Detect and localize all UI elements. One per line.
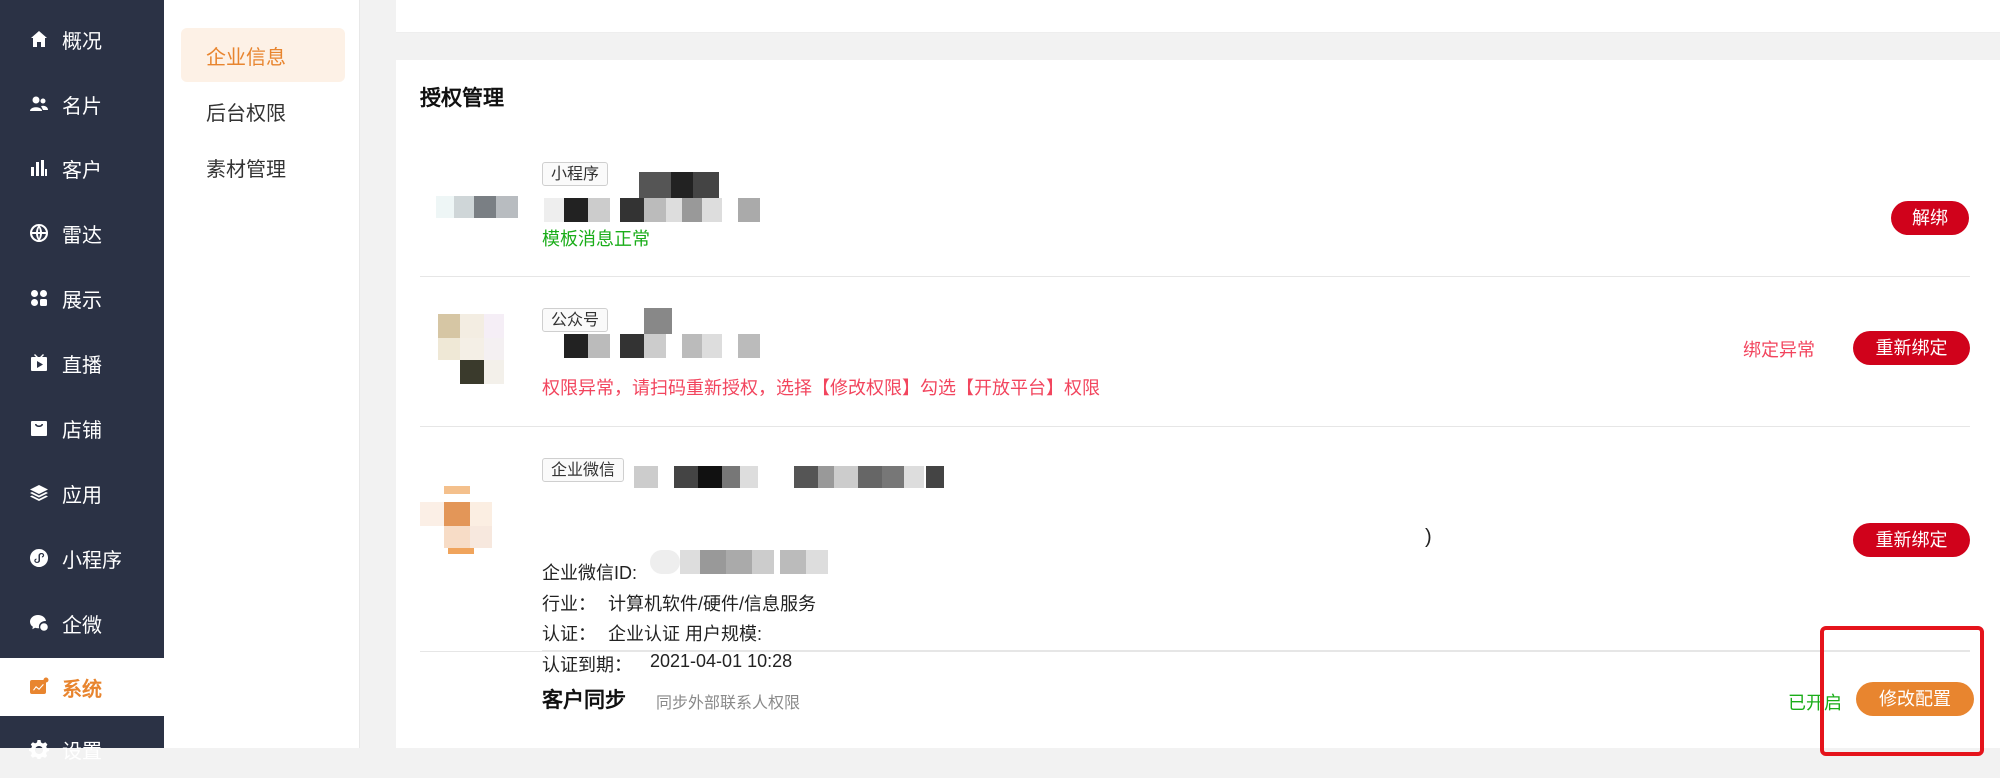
nav-item-miniprogram[interactable]: 小程序	[0, 529, 164, 587]
nav-label: 雷达	[62, 224, 102, 247]
main-sidebar: 概况 名片 客户 雷达 展示 直播 店铺 应用 小程序 企微 系统 设置	[0, 0, 164, 763]
subnav-item-material-management[interactable]: 素材管理	[181, 140, 345, 194]
avatar	[436, 178, 518, 250]
official-account-row: 公众号 权限异常，请扫码重新授权，选择【修改权限】勾选【开放平台】权限 绑定异常…	[420, 276, 1970, 427]
avatar	[436, 314, 508, 386]
shop-icon	[28, 417, 50, 439]
nav-label: 系统	[62, 678, 102, 701]
subnav-label: 素材管理	[206, 158, 286, 181]
miniprogram-row: 小程序 模板消息正常 解绑	[420, 146, 1970, 277]
section-title: 授权管理	[420, 87, 504, 110]
nav-item-display[interactable]: 展示	[0, 269, 164, 327]
type-tag: 公众号	[542, 308, 609, 332]
nav-label: 小程序	[62, 549, 122, 572]
home-icon	[28, 28, 50, 50]
wecom-name-suffix: )	[1425, 526, 1432, 548]
nav-item-apps[interactable]: 应用	[0, 464, 164, 522]
subnav-item-company-info[interactable]: 企业信息	[181, 28, 345, 82]
tv-icon	[28, 352, 50, 374]
type-tag: 小程序	[542, 162, 609, 186]
nav-item-cards[interactable]: 名片	[0, 75, 164, 133]
nav-item-customers[interactable]: 客户	[0, 139, 164, 197]
type-tag: 企业微信	[542, 458, 625, 482]
customer-sync-title: 客户同步	[542, 689, 626, 712]
customer-sync-desc: 同步外部联系人权限	[656, 695, 801, 712]
miniprogram-icon	[28, 547, 50, 569]
wecom-row: 企业微信 ) 企业微信ID: 行业： 计算机软件/硬件/信息服务 认证： 企业认…	[420, 426, 1970, 675]
rebind-button[interactable]: 重新绑定	[1853, 331, 1970, 365]
globe-icon	[28, 222, 50, 244]
previous-card-bottom	[396, 0, 2000, 33]
template-status-text: 模板消息正常	[542, 229, 650, 249]
highlight-annotation	[1820, 626, 1984, 756]
nav-item-shop[interactable]: 店铺	[0, 399, 164, 457]
auth-management-card: 授权管理 小程序 模板消息正常 解绑 公众号 权限异常，请扫码重新授权，选择【修…	[396, 60, 2000, 748]
nav-label: 应用	[62, 484, 102, 507]
wecom-icon	[28, 612, 50, 634]
nav-item-overview[interactable]: 概况	[0, 10, 164, 68]
nav-item-settings[interactable]: 设置	[0, 720, 164, 778]
unbind-button[interactable]: 解绑	[1891, 201, 1969, 235]
nav-item-live[interactable]: 直播	[0, 334, 164, 392]
grid-icon	[28, 287, 50, 309]
subnav-item-admin-permissions[interactable]: 后台权限	[181, 84, 345, 138]
expire-label: 认证到期：	[542, 655, 632, 675]
subnav-label: 后台权限	[206, 102, 286, 125]
contacts-icon	[28, 93, 50, 115]
nav-item-radar[interactable]: 雷达	[0, 204, 164, 262]
nav-label: 客户	[62, 159, 102, 182]
permission-error-text: 权限异常，请扫码重新授权，选择【修改权限】勾选【开放平台】权限	[542, 378, 1100, 398]
nav-label: 企微	[62, 614, 102, 637]
nav-label: 店铺	[62, 419, 102, 442]
nav-item-wecom[interactable]: 企微	[0, 594, 164, 652]
binding-error-text: 绑定异常	[1743, 340, 1815, 360]
nav-item-system[interactable]: 系统	[0, 658, 164, 716]
nav-label: 名片	[62, 95, 102, 118]
avatar	[420, 486, 492, 558]
nav-label: 直播	[62, 354, 102, 377]
nav-label: 概况	[62, 30, 102, 53]
layers-icon	[28, 482, 50, 504]
chart-icon	[28, 157, 50, 179]
expire-value: 2021-04-01 10:28	[650, 651, 793, 671]
certification-label: 认证：	[542, 624, 596, 644]
divider	[542, 650, 1970, 651]
certification-value: 企业认证 用户规模:	[608, 624, 763, 644]
wecom-rebind-button[interactable]: 重新绑定	[1853, 523, 1970, 557]
settings-icon	[28, 738, 50, 760]
industry-value: 计算机软件/硬件/信息服务	[608, 594, 817, 614]
sub-sidebar: 企业信息 后台权限 素材管理	[164, 0, 360, 748]
system-icon	[28, 676, 50, 698]
nav-label: 展示	[62, 289, 102, 312]
subnav-label: 企业信息	[206, 46, 286, 69]
wecom-id-label: 企业微信ID:	[542, 563, 638, 583]
nav-label: 设置	[62, 740, 102, 763]
industry-label: 行业：	[542, 594, 596, 614]
